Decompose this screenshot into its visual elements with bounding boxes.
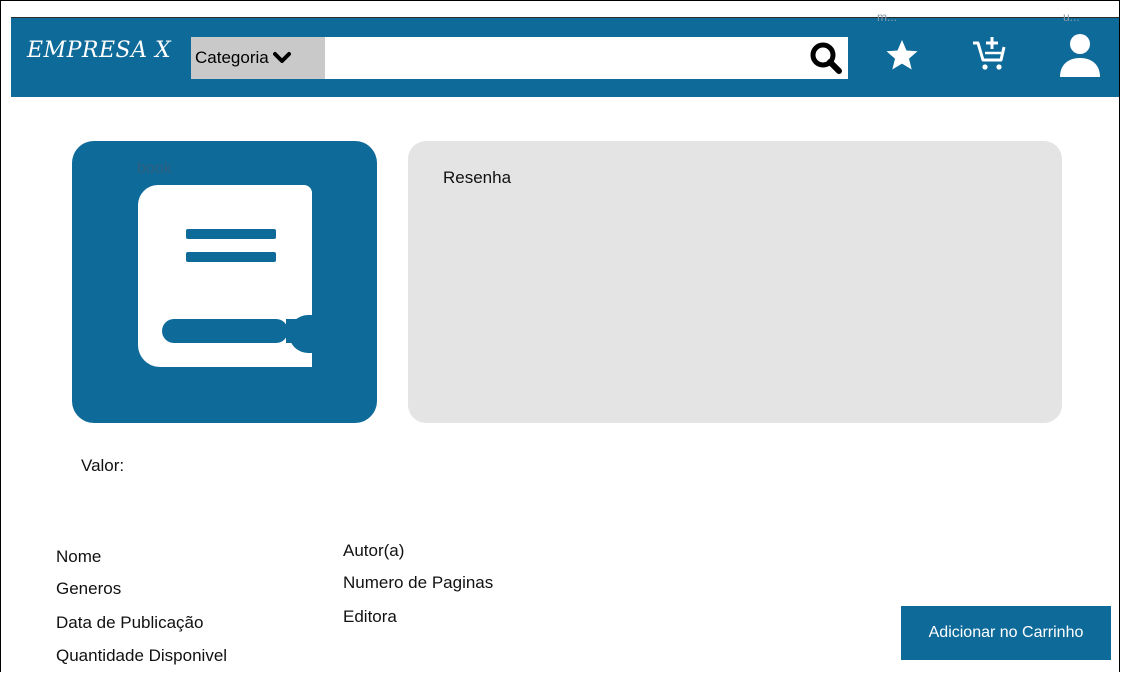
book-image-label: book <box>137 160 172 177</box>
detail-publication-date: Data de Publicação <box>56 613 204 632</box>
chevron-down-icon <box>272 51 291 65</box>
book-icon <box>136 183 316 374</box>
user-label: u... <box>1063 10 1080 24</box>
detail-genres: Generos <box>56 579 122 598</box>
detail-name: Nome <box>56 547 102 566</box>
search-bar <box>325 37 848 79</box>
header-divider <box>11 17 1119 18</box>
review-title: Resenha <box>443 168 512 187</box>
star-icon[interactable] <box>885 38 919 77</box>
company-logo[interactable]: EMPRESA X <box>27 36 171 66</box>
search-icon[interactable] <box>809 41 843 75</box>
detail-author: Autor(a) <box>343 541 405 560</box>
favorites-label: m... <box>877 10 897 24</box>
cart-add-icon[interactable] <box>970 34 1008 77</box>
user-icon[interactable] <box>1057 32 1103 83</box>
add-to-cart-button[interactable]: Adicionar no Carrinho <box>901 606 1111 660</box>
detail-quantity-available: Quantidade Disponivel <box>56 646 228 665</box>
category-label: Categoria <box>195 48 269 67</box>
detail-page-count: Numero de Paginas <box>343 573 494 592</box>
search-input[interactable] <box>325 37 795 79</box>
category-dropdown[interactable]: Categoria <box>191 37 325 79</box>
detail-publisher: Editora <box>343 607 397 626</box>
price-label: Valor: <box>81 456 125 475</box>
